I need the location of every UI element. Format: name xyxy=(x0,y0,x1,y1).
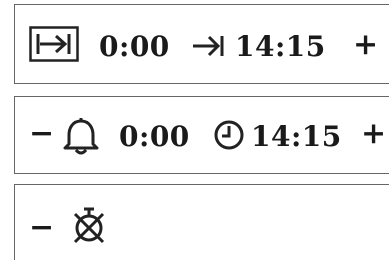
time-range-row: 0:00 14:15 + xyxy=(14,4,389,84)
remove-button[interactable]: − xyxy=(29,119,55,149)
add-button[interactable]: + xyxy=(361,119,387,149)
remove-button[interactable]: − xyxy=(29,213,55,243)
end-time[interactable]: 14:15 xyxy=(235,33,326,61)
start-time[interactable]: 0:00 xyxy=(99,33,170,61)
bell-icon xyxy=(61,117,101,155)
arrow-to-bar-icon xyxy=(191,34,225,58)
alarm-row: − xyxy=(14,184,389,260)
clock-icon xyxy=(213,119,245,151)
clock-time[interactable]: 14:15 xyxy=(251,123,342,151)
add-button[interactable]: + xyxy=(353,30,379,60)
reminder-row: − 0:00 14:15 + xyxy=(14,96,389,174)
alarm-off-icon xyxy=(69,207,109,247)
tab-box-arrow-icon[interactable] xyxy=(29,26,79,62)
reminder-time[interactable]: 0:00 xyxy=(119,123,190,151)
